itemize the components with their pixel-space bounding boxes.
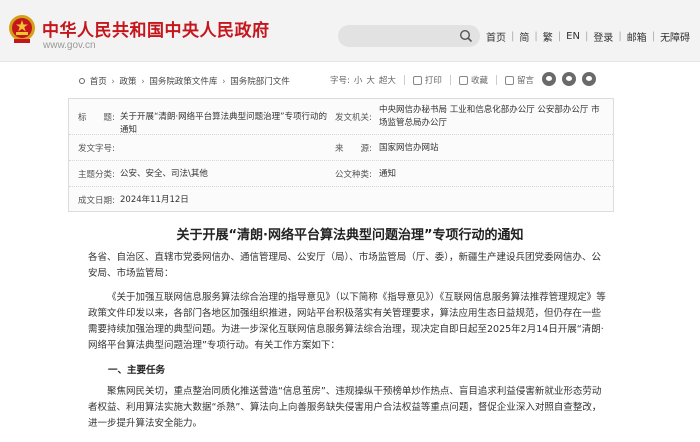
comment-icon — [504, 75, 514, 85]
meta-issuer-value: 中央网信办秘书局 工业和信息化部办公厅 公安部办公厅 市场监管总局办公厅 — [379, 105, 600, 128]
meta-source-label: 来 源: — [335, 144, 372, 154]
printer-icon — [412, 75, 422, 85]
meta-row-title: 标 题: 关于开展“清朗·网络平台算法典型问题治理”专项行动的通知 发文机关: … — [69, 99, 613, 135]
meta-title-value: 关于开展“清朗·网络平台算法典型问题治理”专项行动的通知 — [120, 112, 328, 135]
home-icon — [79, 78, 85, 84]
site-header: 中华人民共和国中央人民政府 www.gov.cn 首页 | 简 | 繁 | EN… — [0, 0, 700, 62]
breadcrumb-department-docs[interactable]: 国务院部门文件 — [230, 77, 290, 87]
font-size-xlarge[interactable]: 超大 — [379, 74, 396, 86]
meta-doctype-value: 通知 — [379, 169, 397, 179]
meta-title-label: 标 题: — [78, 113, 115, 123]
article-intro: 《关于加强互联网信息服务算法综合治理的指导意见》（以下简称《指导意见》）《互联网… — [88, 292, 606, 351]
breadcrumb-home[interactable]: 首页 — [90, 77, 107, 87]
meta-doctype-label: 公文种类: — [335, 170, 372, 180]
nav-divider: | — [584, 31, 589, 42]
print-button[interactable]: 打印 — [412, 74, 442, 86]
share-buttons — [542, 72, 596, 86]
breadcrumb-separator: › — [222, 77, 226, 87]
document-meta-table: 标 题: 关于开展“清朗·网络平台算法典型问题治理”专项行动的通知 发文机关: … — [68, 98, 614, 212]
meta-category-value: 公安、安全、司法\其他 — [120, 169, 208, 179]
tool-divider — [449, 75, 451, 85]
article-tools: 字号: 小 大 超大 打印 收藏 留言 — [330, 74, 534, 86]
nav-accessibility[interactable]: 无障碍 — [660, 29, 690, 44]
national-emblem-icon[interactable] — [8, 14, 36, 44]
search-input[interactable] — [338, 25, 480, 47]
nav-mail[interactable]: 邮箱 — [627, 29, 647, 44]
meta-category-label: 主题分类: — [78, 170, 115, 180]
star-icon — [458, 75, 468, 85]
meta-date-value: 2024年11月12日 — [120, 195, 189, 205]
meta-source-value: 国家网信办网站 — [379, 143, 439, 153]
nav-traditional[interactable]: 繁 — [543, 29, 553, 44]
search-icon[interactable] — [459, 29, 473, 43]
nav-english[interactable]: EN — [566, 31, 580, 42]
breadcrumb-separator: › — [111, 77, 115, 87]
site-title[interactable]: 中华人民共和国中央人民政府 — [42, 16, 270, 41]
section-paragraph: 聚焦网民关切，重点整治同质化推送营造“信息茧房”、违规操纵干预榜单炒作热点、盲目… — [88, 386, 602, 429]
tool-divider — [495, 75, 497, 85]
meta-row-category: 主题分类: 公安、安全、司法\其他 公文种类: 通知 — [69, 161, 613, 187]
font-size-small[interactable]: 小 — [354, 74, 363, 86]
meta-row-docno: 发文字号: 来 源: 国家网信办网站 — [69, 135, 613, 161]
nav-divider: | — [651, 31, 656, 42]
tool-divider — [403, 75, 405, 85]
nav-login[interactable]: 登录 — [593, 29, 613, 44]
font-size-large[interactable]: 大 — [366, 74, 375, 86]
breadcrumb-policy[interactable]: 政策 — [120, 77, 137, 87]
nav-divider: | — [511, 31, 515, 42]
breadcrumb-policy-library[interactable]: 国务院政策文件库 — [149, 77, 217, 87]
breadcrumb-separator: › — [141, 77, 145, 87]
font-size-label: 字号: — [330, 76, 350, 86]
comment-label: 留言 — [516, 76, 534, 86]
top-nav: 首页 | 简 | 繁 | EN | 登录 | 邮箱 | 无障碍 — [486, 29, 690, 44]
site-url: www.gov.cn — [43, 40, 96, 51]
meta-date-label: 成文日期: — [78, 196, 115, 206]
wechat-share-icon[interactable] — [562, 72, 576, 86]
nav-divider: | — [618, 31, 622, 42]
article-addressees: 各省、自治区、直辖市党委网信办、通信管理局、公安厅（局）、市场监管局（厅、委），… — [88, 252, 602, 279]
more-share-icon[interactable] — [582, 72, 596, 86]
section-heading: 一、主要任务 — [108, 365, 166, 376]
favorite-label: 收藏 — [470, 76, 488, 86]
breadcrumb-bar: 首页 › 政策 › 国务院政策文件库 › 国务院部门文件 字号: 小 大 超大 … — [0, 70, 700, 92]
nav-home[interactable]: 首页 — [486, 29, 506, 44]
meta-docno-label: 发文字号: — [78, 144, 115, 154]
meta-issuer-label: 发文机关: — [335, 113, 372, 123]
article-title: 关于开展“清朗·网络平台算法典型问题治理”专项行动的通知 — [176, 228, 524, 243]
nav-divider: | — [534, 31, 538, 42]
meta-row-date: 成文日期: 2024年11月12日 — [69, 187, 613, 213]
comment-button[interactable]: 留言 — [504, 74, 534, 86]
print-label: 打印 — [424, 76, 442, 86]
breadcrumb: 首页 › 政策 › 国务院政策文件库 › 国务院部门文件 — [79, 75, 290, 87]
weibo-share-icon[interactable] — [542, 72, 556, 86]
favorite-button[interactable]: 收藏 — [458, 74, 488, 86]
nav-simplified[interactable]: 简 — [519, 29, 529, 44]
nav-divider: | — [557, 31, 562, 42]
